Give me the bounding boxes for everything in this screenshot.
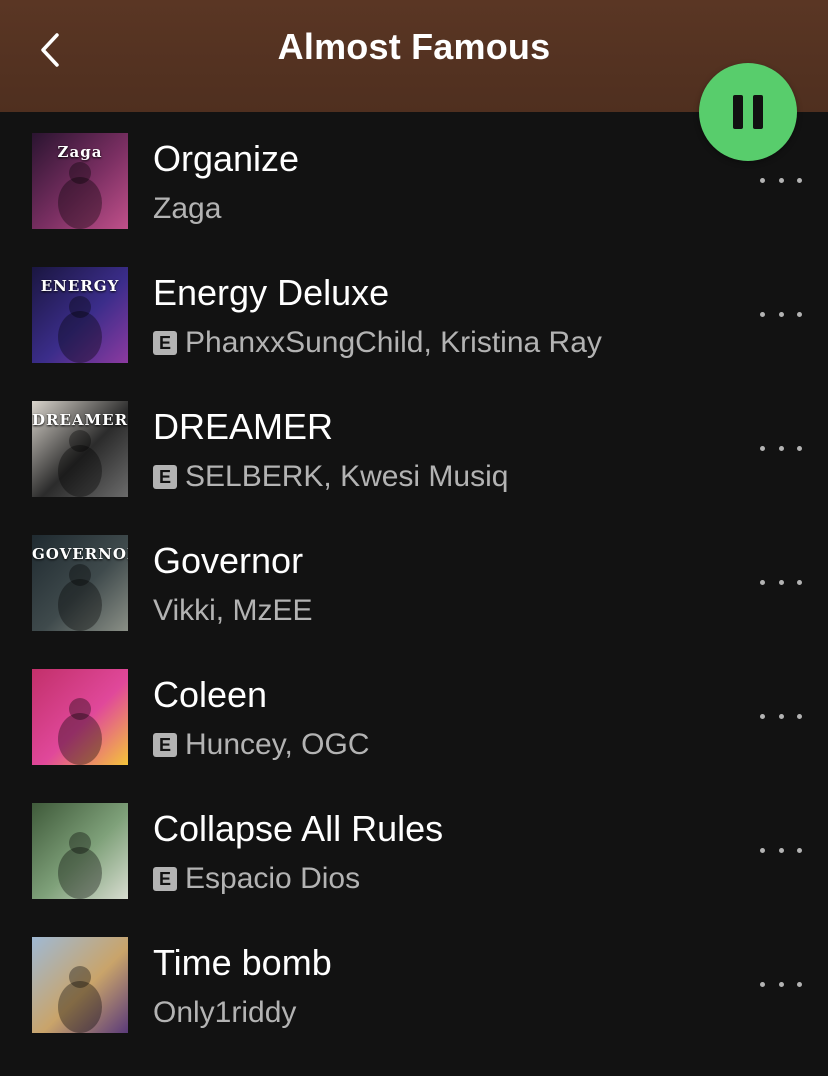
track-artist-label: PhanxxSungChild, Kristina Ray <box>185 326 602 359</box>
track-artist: Only1riddy <box>153 996 296 1030</box>
more-horizontal-icon <box>797 311 802 317</box>
album-art <box>32 803 128 899</box>
pause-icon-bar <box>753 95 763 129</box>
track-artist: E PhanxxSungChild, Kristina Ray <box>153 326 602 360</box>
track-artist: E Espacio Dios <box>153 862 360 896</box>
track-artist: Vikki, MzEE <box>153 594 312 628</box>
more-horizontal-icon <box>778 847 784 853</box>
track-artist-label: Espacio Dios <box>185 862 361 895</box>
more-horizontal-icon <box>778 579 784 585</box>
more-horizontal-icon <box>797 713 802 719</box>
more-horizontal-icon <box>760 177 765 183</box>
more-horizontal-icon <box>760 311 765 317</box>
page-title: Almost Famous <box>277 26 551 67</box>
track-row[interactable]: DREAMER DREAMER E SELBERK, Kwesi Musiq <box>0 380 828 514</box>
track-title: Energy Deluxe <box>153 272 390 313</box>
track-artist-label: Vikki, MzEE <box>153 594 313 627</box>
album-art <box>32 937 128 1033</box>
explicit-badge: E <box>153 331 177 355</box>
more-options-button[interactable] <box>760 168 802 192</box>
more-options-button[interactable] <box>760 570 802 594</box>
album-art-text: Zaga <box>57 143 103 161</box>
more-horizontal-icon <box>797 847 802 853</box>
more-horizontal-icon <box>797 981 802 987</box>
more-options-button[interactable] <box>760 972 802 996</box>
more-horizontal-icon <box>778 311 784 317</box>
track-artist-label: Zaga <box>153 192 222 225</box>
track-artist-label: Only1riddy <box>153 996 297 1029</box>
explicit-badge: E <box>153 733 177 757</box>
track-row[interactable]: ENERGY Energy Deluxe E PhanxxSungChild, Kri… <box>0 246 828 380</box>
explicit-badge: E <box>153 465 177 489</box>
track-title: Time bomb <box>153 942 332 983</box>
track-artist: E Huncey, OGC <box>153 728 370 762</box>
track-artist-label: SELBERK, Kwesi Musiq <box>185 460 509 493</box>
more-horizontal-icon <box>760 713 765 719</box>
more-horizontal-icon <box>760 847 765 853</box>
track-list: Zaga Organize Zaga ENERGY Energy Deluxe E Phan… <box>0 112 828 1050</box>
track-title: DREAMER <box>153 406 334 447</box>
album-art-text: ENERGY <box>40 277 120 295</box>
explicit-badge: E <box>153 867 177 891</box>
pause-button[interactable] <box>699 63 797 161</box>
album-art: GOVERNOR <box>32 535 128 631</box>
track-artist-label: Huncey, OGC <box>185 728 370 761</box>
more-options-button[interactable] <box>760 704 802 728</box>
more-horizontal-icon <box>778 981 784 987</box>
track-title: Governor <box>153 540 304 581</box>
track-row[interactable]: Collapse All Rules E Espacio Dios <box>0 782 828 916</box>
track-row[interactable]: Time bomb Only1riddy <box>0 916 828 1050</box>
more-options-button[interactable] <box>760 302 802 326</box>
more-horizontal-icon <box>778 445 784 451</box>
more-horizontal-icon <box>797 445 802 451</box>
more-horizontal-icon <box>778 177 784 183</box>
more-options-button[interactable] <box>760 838 802 862</box>
track-title: Coleen <box>153 674 268 715</box>
track-artist: Zaga <box>153 192 221 226</box>
album-art: ENERGY <box>32 267 128 363</box>
pause-icon <box>733 95 743 129</box>
album-art <box>32 669 128 765</box>
more-horizontal-icon <box>797 177 802 183</box>
track-artist: E SELBERK, Kwesi Musiq <box>153 460 508 494</box>
more-horizontal-icon <box>760 981 765 987</box>
more-options-button[interactable] <box>760 436 802 460</box>
track-title: Organize <box>153 138 300 179</box>
more-horizontal-icon <box>760 445 765 451</box>
track-row[interactable]: Coleen E Huncey, OGC <box>0 648 828 782</box>
track-title: Collapse All Rules <box>153 808 444 849</box>
album-art-text: GOVERNOR <box>32 545 128 563</box>
album-art: Zaga <box>32 133 128 229</box>
more-horizontal-icon <box>778 713 784 719</box>
album-art-text: DREAMER <box>32 411 128 429</box>
more-horizontal-icon <box>797 579 802 585</box>
album-art: DREAMER <box>32 401 128 497</box>
track-row[interactable]: GOVERNOR Governor Vikki, MzEE <box>0 514 828 648</box>
more-horizontal-icon <box>760 579 765 585</box>
